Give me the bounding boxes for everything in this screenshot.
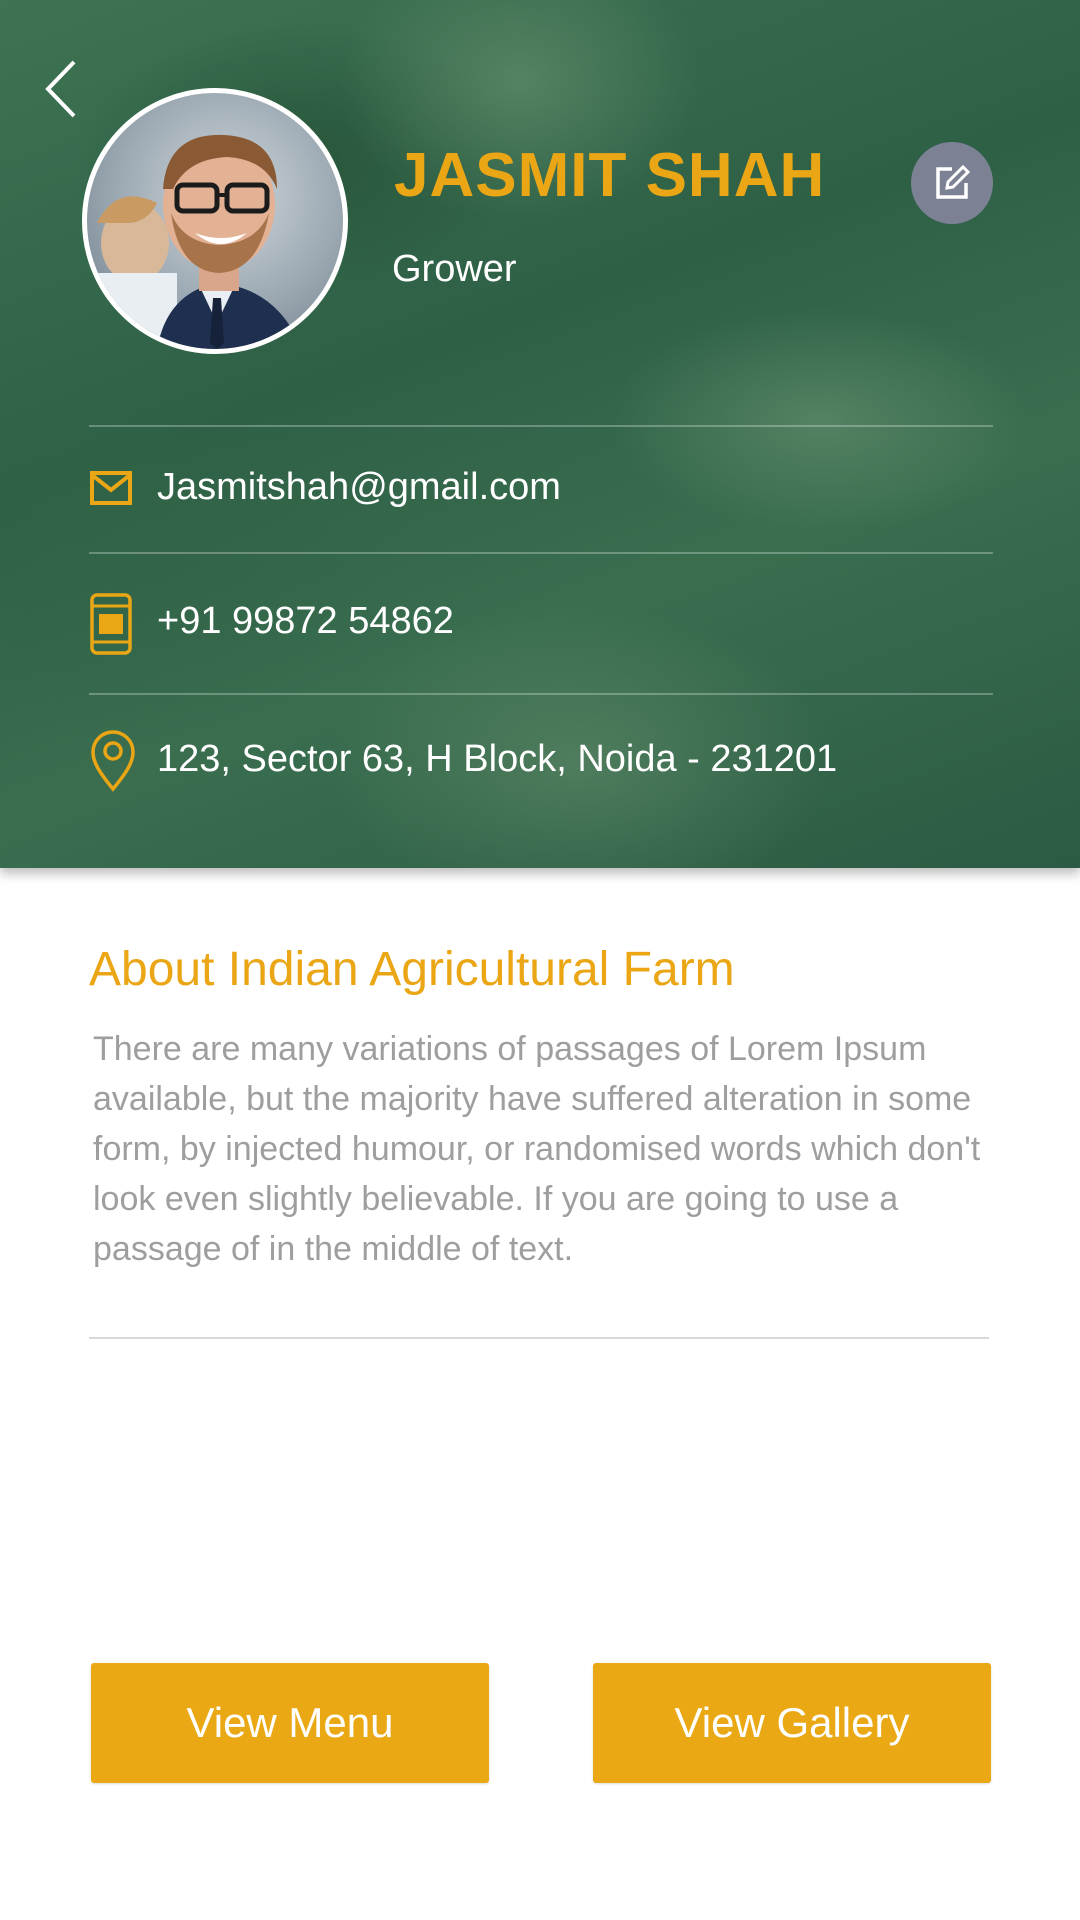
email-text: Jasmitshah@gmail.com <box>157 466 561 508</box>
mobile-phone-icon <box>90 593 132 655</box>
profile-header: JASMIT SHAH Grower Jasmitshah@gmail.com … <box>0 0 1080 868</box>
location-pin-icon <box>91 730 135 792</box>
avatar-photo <box>87 134 302 349</box>
phone-text: +91 99872 54862 <box>157 600 454 642</box>
edit-profile-button[interactable] <box>911 142 993 224</box>
chevron-left-icon <box>45 60 76 118</box>
phone-row[interactable]: +91 99872 54862 <box>89 590 993 655</box>
address-text: 123, Sector 63, H Block, Noida - 231201 <box>157 738 838 780</box>
divider <box>89 425 993 427</box>
back-button[interactable] <box>40 58 84 120</box>
avatar <box>82 88 348 354</box>
edit-icon <box>936 164 971 199</box>
profile-name: JASMIT SHAH <box>394 141 826 210</box>
email-row[interactable]: Jasmitshah@gmail.com <box>89 460 993 520</box>
about-text: There are many variations of passages of… <box>93 1030 981 1268</box>
view-gallery-button[interactable]: View Gallery <box>593 1663 991 1783</box>
divider <box>89 552 993 554</box>
profile-role: Grower <box>392 248 517 290</box>
divider <box>89 1337 989 1339</box>
mail-icon <box>90 471 132 505</box>
view-menu-button[interactable]: View Menu <box>91 1663 489 1783</box>
address-row[interactable]: 123, Sector 63, H Block, Noida - 231201 <box>89 728 993 792</box>
about-title: About Indian Agricultural Farm <box>89 943 735 996</box>
divider <box>89 693 993 695</box>
